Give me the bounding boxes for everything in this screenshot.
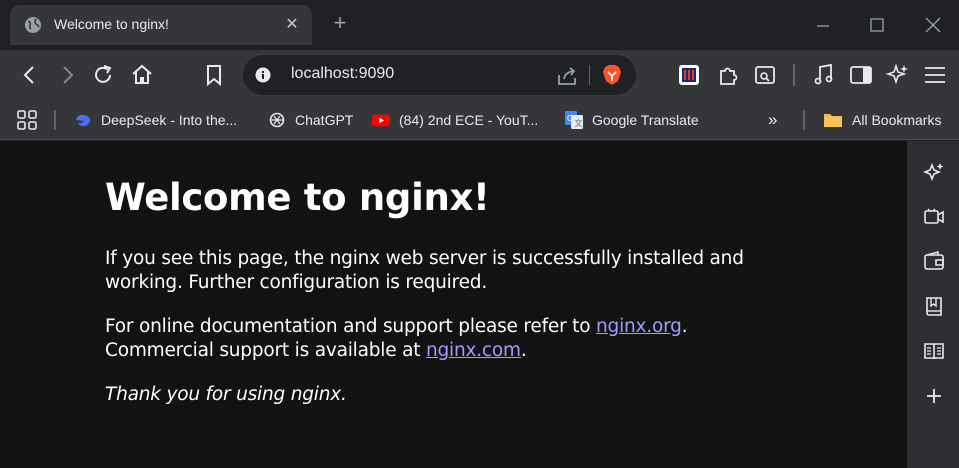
deepseek-icon — [76, 114, 90, 126]
reading-list-icon[interactable] — [923, 340, 945, 362]
all-bookmarks-button[interactable]: All Bookmarks — [823, 108, 941, 132]
page-content: Welcome to nginx! If you see this page, … — [0, 141, 907, 468]
commercial-text: Commercial support is available at — [105, 340, 426, 361]
wallet-icon[interactable] — [923, 250, 945, 272]
folder-icon — [824, 114, 842, 127]
chatgpt-icon — [269, 112, 285, 128]
all-bookmarks-label: All Bookmarks — [852, 112, 942, 128]
bookmark-label: ChatGPT — [295, 112, 354, 128]
page-title: Welcome to nginx! — [105, 176, 490, 219]
docs-line-2: Commercial support is available at nginx… — [105, 339, 687, 363]
video-call-icon[interactable] — [923, 205, 945, 227]
url-text[interactable]: localhost:9090 — [291, 65, 394, 83]
leo-ai-icon[interactable] — [923, 161, 945, 183]
reload-icon[interactable] — [90, 62, 116, 88]
bookmark-google-translate[interactable]: G文 Google Translate — [565, 108, 699, 132]
docs-period: . — [681, 316, 688, 337]
close-icon — [925, 17, 941, 33]
bookmark-deepseek[interactable]: DeepSeek - Into the... — [74, 108, 237, 132]
tab-title: Welcome to nginx! — [54, 16, 169, 32]
extensions-puzzle-icon[interactable] — [716, 62, 742, 88]
site-info-icon[interactable] — [255, 67, 271, 83]
google-translate-icon: G文 — [565, 111, 583, 129]
menu-icon[interactable] — [922, 62, 948, 88]
reader-mode-icon[interactable] — [752, 62, 778, 88]
docs-line-1: For online documentation and support ple… — [105, 315, 688, 339]
commercial-period: . — [520, 340, 527, 361]
more-bookmarks-icon: » — [768, 110, 778, 129]
bookmarks-bar: DeepSeek - Into the... ChatGPT (84) 2nd … — [0, 100, 959, 140]
forward-icon[interactable] — [54, 62, 80, 88]
intro-paragraph: If you see this page, the nginx web serv… — [105, 247, 744, 295]
bookmarks-divider — [803, 110, 805, 130]
maximize-button[interactable] — [862, 12, 892, 38]
tab-close-icon[interactable]: ✕ — [282, 15, 302, 35]
back-icon[interactable] — [17, 62, 43, 88]
bookmark-icon[interactable] — [201, 62, 227, 88]
svg-text:G: G — [567, 114, 573, 123]
bookmark-label: (84) 2nd ECE - YouT... — [399, 112, 539, 128]
bookmarks-panel-icon[interactable] — [923, 295, 945, 317]
thanks-paragraph: Thank you for using nginx. — [105, 384, 347, 405]
globe-icon — [25, 17, 41, 33]
brave-shields-icon[interactable] — [602, 64, 622, 86]
youtube-icon — [372, 114, 390, 127]
bookmark-youtube[interactable]: (84) 2nd ECE - YouT... — [372, 108, 538, 132]
address-bar[interactable]: localhost:9090 — [243, 55, 636, 95]
music-icon[interactable] — [811, 62, 837, 88]
title-bar: Welcome to nginx! ✕ + — [0, 0, 959, 50]
nginx-org-link[interactable]: nginx.org — [596, 316, 682, 337]
nginx-com-link[interactable]: nginx.com — [426, 340, 521, 361]
docs-paragraph: For online documentation and support ple… — [105, 315, 688, 363]
bookmark-chatgpt[interactable]: ChatGPT — [268, 108, 353, 132]
add-icon[interactable] — [923, 385, 945, 407]
right-sidebar — [907, 141, 959, 468]
close-window-button[interactable] — [918, 12, 948, 38]
minimize-button[interactable] — [808, 12, 838, 38]
bookmark-label: DeepSeek - Into the... — [101, 112, 238, 128]
minimize-icon — [817, 25, 829, 27]
docs-text: For online documentation and support ple… — [105, 316, 597, 337]
apps-grid-icon[interactable] — [16, 109, 38, 131]
bookmarks-divider — [54, 110, 56, 130]
leo-ai-icon[interactable] — [885, 62, 911, 88]
new-tab-button[interactable]: + — [328, 12, 352, 36]
more-bookmarks-button[interactable]: » — [768, 108, 777, 132]
intro-line-2: working. Further configuration is requir… — [105, 272, 487, 293]
intro-line-1: If you see this page, the nginx web serv… — [105, 248, 744, 269]
svg-text:文: 文 — [575, 118, 583, 128]
toolbar: localhost:9090 — [0, 50, 959, 100]
browser-tab[interactable]: Welcome to nginx! ✕ — [10, 5, 312, 45]
maximize-icon — [870, 18, 884, 32]
toolbar-divider — [793, 64, 795, 86]
share-icon[interactable] — [556, 65, 578, 87]
omnibox-divider — [589, 65, 590, 85]
home-icon[interactable] — [129, 62, 155, 88]
bookmark-label: Google Translate — [592, 112, 699, 128]
extension-app-icon[interactable] — [676, 62, 702, 88]
sidebar-toggle-icon[interactable] — [848, 62, 874, 88]
